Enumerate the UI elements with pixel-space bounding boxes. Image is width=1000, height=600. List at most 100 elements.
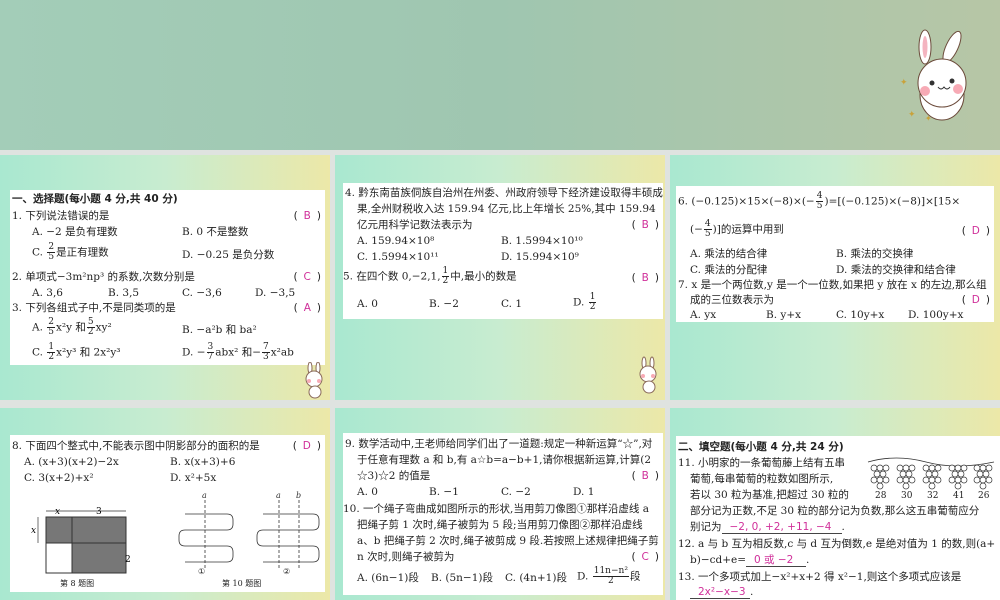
fig10-mark-1: ①	[198, 567, 206, 576]
fig10-mark-2: ②	[283, 567, 291, 576]
q12-line-1: 12. a 与 b 互为相反数,c 与 d 互为倒数,e 是绝对值为 1 的数,…	[678, 538, 996, 550]
section-title: 二、填空题(每小题 4 分,共 24 分)	[678, 441, 844, 453]
q1-option-c: C. 2 5 是正有理数	[32, 242, 109, 262]
q7-option-d: D. 100y+x	[908, 309, 964, 321]
q6-option-c: C. 乘法的分配律	[690, 264, 768, 276]
rabbit-icon	[639, 356, 657, 394]
q11-line-2: 葡萄,每串葡萄的粒数如图所示,	[690, 473, 834, 485]
questions-6-7: 6. (−0.125)×15×(−8)×(− 4 5)=[(−0.125)×(−8)…	[676, 186, 994, 322]
grape-count: 28	[875, 491, 887, 499]
q1-option-d: D. −0.25 是负分数	[182, 249, 275, 261]
q9-line-1: 9. 数学活动中,王老师给同学们出了一道题:规定一种新运算“☆”,对	[345, 438, 653, 450]
fig10-label-a2: a	[276, 491, 281, 500]
questions-1-3: 一、选择题(每小题 4 分,共 40 分) 1. 下列说法错误的是 (B) A.…	[10, 190, 325, 365]
q10-option-a: A. (6n−1)段	[357, 572, 419, 584]
q3-stem: 3. 下列各组式子中,不是同类项的是	[12, 302, 176, 314]
q7-option-a: A. yx	[690, 309, 717, 321]
q3-option-b: B. −a²b 和 ba²	[182, 324, 257, 336]
q4-option-d: D. 15.994×10⁹	[501, 251, 579, 263]
svg-text:✦: ✦	[908, 110, 916, 120]
q6-line-2: (− 4 5)]的运算中用到	[690, 219, 784, 239]
grape-count: 30	[901, 491, 913, 499]
grape-count: 32	[927, 491, 938, 499]
q13-line-2: 2x²−x−3.	[690, 587, 753, 599]
fig8-label-x-side: x	[31, 526, 36, 536]
q3-option-d: D. −3 7 abx² 和− 7 3 x²ab	[182, 342, 294, 362]
q8-option-b: B. x(x+3)+6	[170, 456, 236, 468]
q10-line-2: 把绳子剪 1 次时,绳子被剪为 5 段;当用剪刀像图②那样沿虚线	[357, 519, 643, 531]
q9-line-2: 于任意有理数 a 和 b,有 a☆b=a−b+1,请你根据新运算,计算(2	[357, 454, 652, 466]
questions-11-13: 二、填空题(每小题 4 分,共 24 分) 11. 小明家的一条葡萄藤上结有五串…	[676, 436, 1000, 600]
q8-stem: 8. 下面四个整式中,不能表示图中阴影部分的面积的是	[12, 440, 260, 452]
q11-line-5: 别记为 −2, 0, +2, +11, −4.	[690, 521, 845, 534]
q4-option-c: C. 1.5994×10¹¹	[357, 251, 439, 263]
q8-answer: (D)	[292, 440, 321, 452]
q5-stem: 5. 在四个数 0,−2,1, 1 2 中,最小的数是	[343, 266, 517, 286]
questions-9-10: 9. 数学活动中,王老师给同学们出了一道题:规定一种新运算“☆”,对 于任意有理…	[343, 433, 663, 595]
q5-option-c: C. 1	[501, 298, 523, 310]
questions-4-5: 4. 黔东南苗族侗族自治州在州委、州政府领导下经济建设取得丰硕成 果,全州财税收…	[343, 183, 663, 319]
figure-8: x 3 x 2	[31, 507, 130, 574]
q4-option-b: B. 1.5994×10¹⁰	[501, 235, 583, 247]
q8-option-c: C. 3(x+2)+x²	[24, 472, 94, 484]
q6-option-b: B. 乘法的交换律	[836, 248, 914, 260]
q2-option-d: D. −3,5	[255, 287, 296, 299]
svg-text:✦: ✦	[900, 78, 908, 88]
q9-answer: (B)	[631, 470, 659, 482]
fig8-label-x: x	[55, 507, 60, 517]
q1-answer: (B)	[293, 210, 321, 222]
q4-answer: (B)	[631, 219, 659, 231]
q9-line-3: ☆3)☆2 的值是	[357, 470, 431, 482]
q11-line-1: 11. 小明家的一条葡萄藤上结有五串	[678, 457, 846, 469]
q11-answer: −2, 0, +2, +11, −4	[721, 522, 842, 534]
fig10-caption: 第 10 题图	[222, 579, 262, 588]
fig10-label-b: b	[296, 491, 301, 500]
q2-stem: 2. 单项式−3m²np³ 的系数,次数分别是	[12, 271, 195, 283]
grape-count: 41	[953, 491, 964, 499]
q9-option-d: D. 1	[573, 486, 595, 498]
q12-line-2: b)−cd+e= 0 或 −2.	[690, 554, 810, 567]
q6-option-d: D. 乘法的交换律和结合律	[836, 264, 956, 276]
grape-count: 26	[978, 491, 990, 499]
q7-line-2: 成的三位数表示为	[690, 294, 774, 306]
q10-option-d: D. 11n−n² 2 段	[577, 566, 641, 586]
q5-option-a: A. 0	[357, 298, 378, 310]
q5-answer: (B)	[631, 272, 659, 284]
q10-answer: (C)	[631, 551, 659, 563]
q6-line-1: 6. (−0.125)×15×(−8)×(− 4 5)=[(−0.125)×(−8)…	[678, 191, 961, 211]
q2-option-a: A. 3,6	[32, 287, 63, 299]
q4-option-a: A. 159.94×10⁸	[357, 235, 435, 247]
q6-option-a: A. 乘法的结合律	[690, 248, 768, 260]
q7-option-b: B. y+x	[766, 309, 802, 321]
q9-option-a: A. 0	[357, 486, 378, 498]
q9-option-c: C. −2	[501, 486, 531, 498]
q7-option-c: C. 10y+x	[836, 309, 885, 321]
question-8: 8. 下面四个整式中,不能表示图中阴影部分的面积的是 (D) A. (x+3)(…	[10, 435, 325, 592]
q2-answer: (C)	[293, 271, 321, 283]
q6-answer: (D)	[961, 225, 990, 237]
q4-line-1: 4. 黔东南苗族侗族自治州在州委、州政府领导下经济建设取得丰硕成	[345, 187, 663, 199]
svg-text:✦: ✦	[925, 114, 932, 123]
q10-line-1: 10. 一个绳子弯曲成如图所示的形状,当用剪刀像图①那样沿虚线 a	[343, 503, 649, 515]
q7-answer: (D)	[961, 294, 990, 306]
q8-option-a: A. (x+3)(x+2)−2x	[24, 456, 119, 468]
q10-option-b: B. (5n−1)段	[431, 572, 494, 584]
q9-option-b: B. −1	[429, 486, 459, 498]
q1-option-b: B. 0 不是整数	[182, 226, 249, 238]
q4-line-3: 亿元用科学记数法表示为	[357, 219, 473, 231]
fig8-label-2: 2	[125, 555, 130, 565]
q3-answer: (A)	[293, 302, 321, 314]
q5-option-d: D. 12	[573, 292, 597, 312]
q2-option-c: C. −3,6	[182, 287, 222, 299]
fig10-label-a: a	[202, 491, 207, 500]
q11-line-3: 若以 30 粒为基准,把超过 30 粒的	[690, 489, 849, 501]
fig8-caption: 第 8 题图	[60, 579, 95, 588]
q10-line-3: a、b 把绳子剪 2 次时,绳子被剪成 9 段.若按照上述规律把绳子剪	[357, 535, 659, 547]
q2-option-b: B. 3,5	[108, 287, 140, 299]
title-banner	[0, 0, 1000, 150]
rabbit-sticker: ✦ ✦ ✦	[900, 29, 967, 123]
q10-option-c: C. (4n+1)段	[505, 572, 567, 584]
rabbit-icon	[305, 362, 323, 399]
q5-option-b: B. −2	[429, 298, 459, 310]
q4-line-2: 果,全州财税收入达 159.94 亿元,比上年增长 25%,其中 159.94	[357, 203, 656, 215]
